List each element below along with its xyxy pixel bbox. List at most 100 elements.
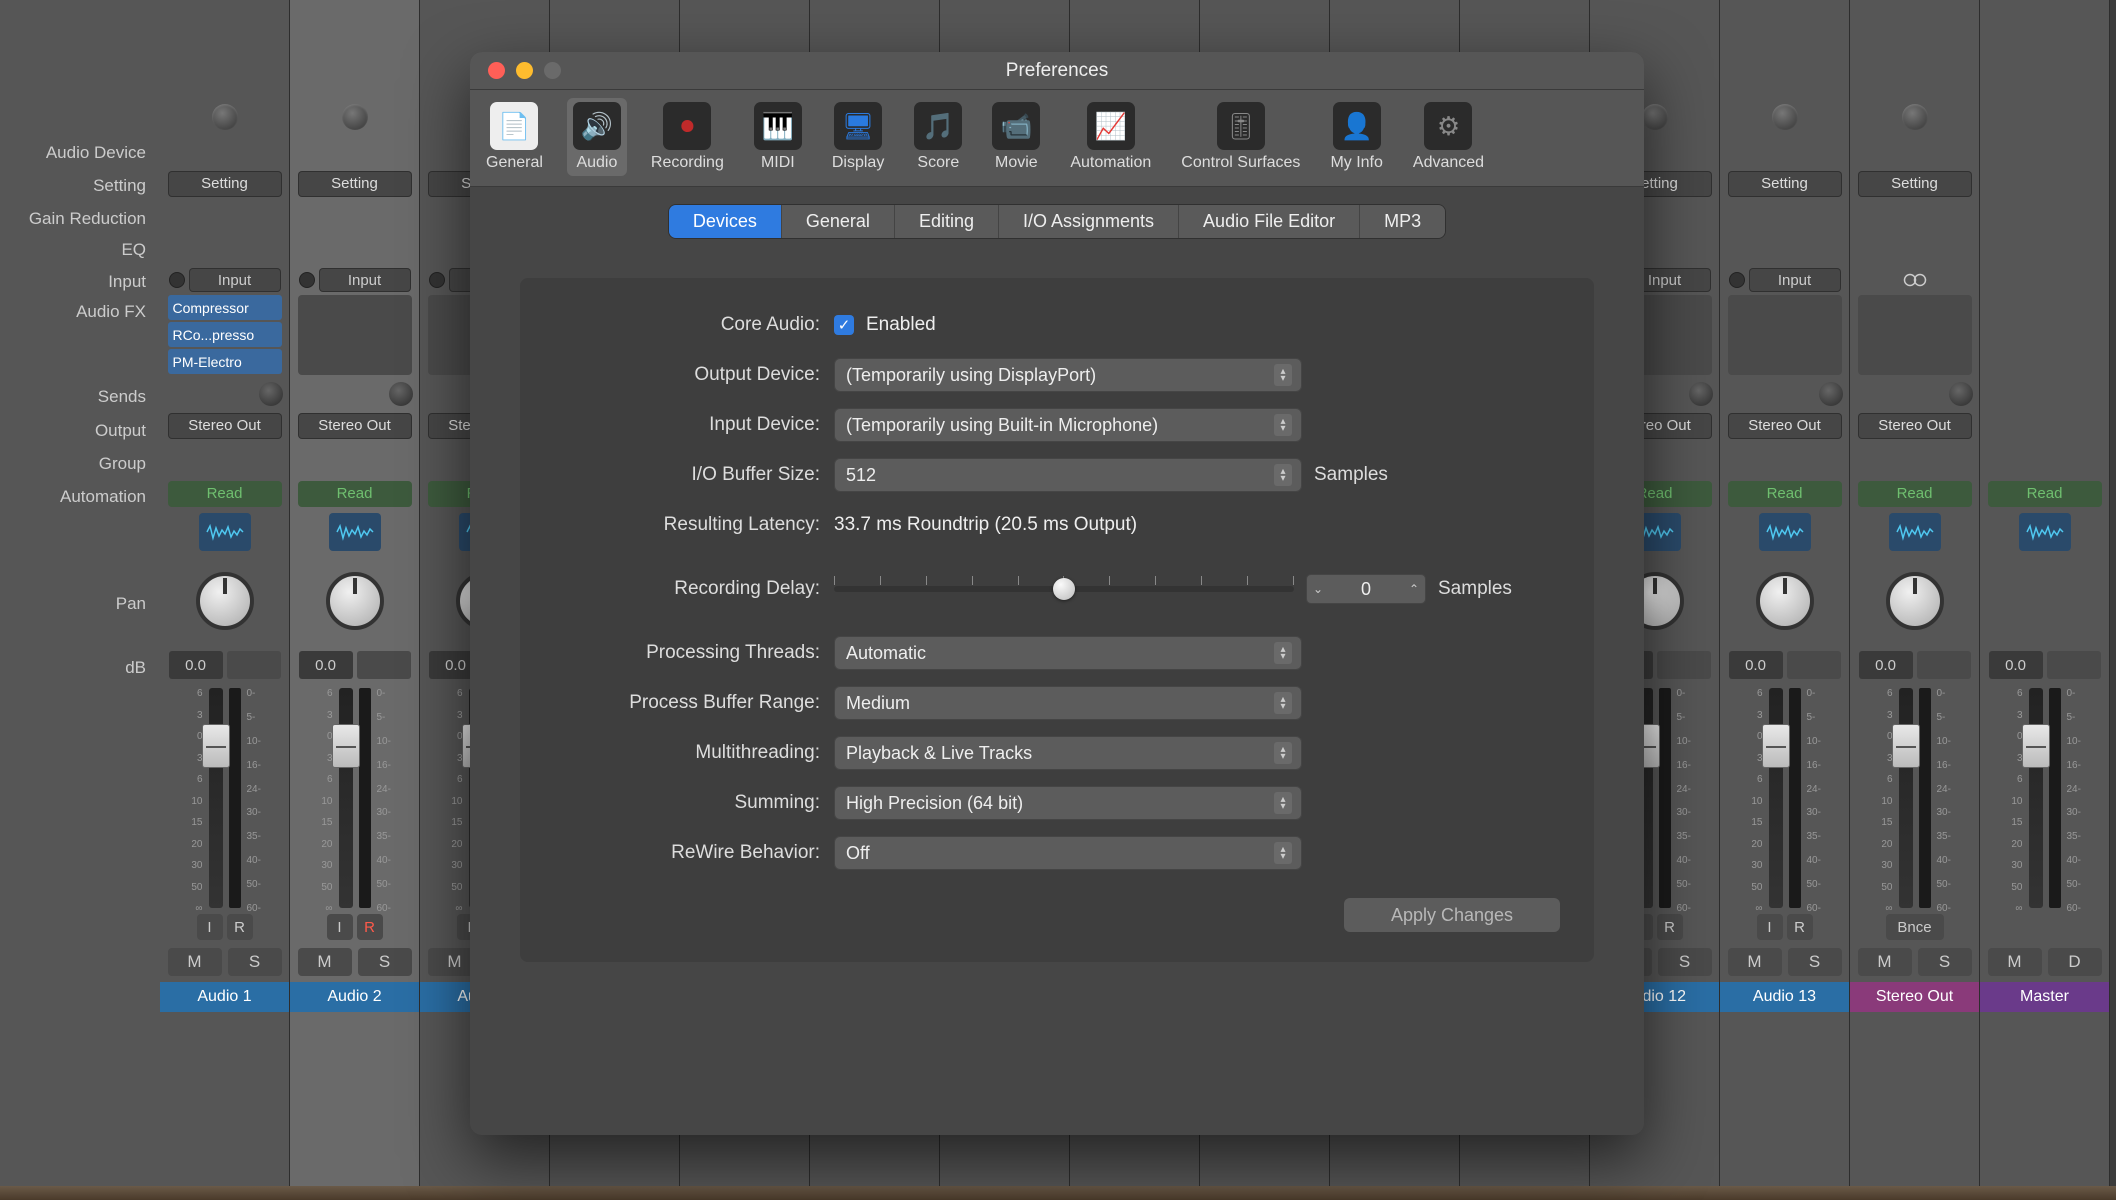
input-device-select[interactable]: (Temporarily using Built-in Microphone)▴… — [834, 408, 1302, 442]
solo-button[interactable]: S — [358, 948, 412, 976]
freeze-icon[interactable] — [199, 513, 251, 551]
solo-button[interactable]: S — [1788, 948, 1842, 976]
delay-spinner[interactable]: ⌄ 0 ⌃ — [1306, 574, 1426, 604]
automation-mode[interactable]: Read — [1858, 481, 1972, 507]
volume-db[interactable]: 0.0 — [299, 651, 353, 679]
fx-insert[interactable]: RCo...presso — [168, 322, 282, 347]
peak-db[interactable] — [1917, 651, 1971, 679]
volume-fader[interactable] — [1769, 688, 1783, 908]
input-indicator[interactable] — [1729, 272, 1745, 288]
subtab-general[interactable]: General — [782, 205, 895, 238]
fader-cap[interactable] — [332, 724, 360, 768]
input-indicator[interactable] — [299, 272, 315, 288]
volume-db[interactable]: 0.0 — [169, 651, 223, 679]
volume-db[interactable]: 0.0 — [1729, 651, 1783, 679]
threads-select[interactable]: Automatic▴▾ — [834, 636, 1302, 670]
input-monitor-button[interactable]: I — [1757, 914, 1783, 940]
freeze-icon[interactable] — [2019, 513, 2071, 551]
toolbar-automation[interactable]: 📈Automation — [1064, 98, 1157, 176]
automation-mode[interactable]: Read — [298, 481, 412, 507]
peak-db[interactable] — [357, 651, 411, 679]
solo-button[interactable]: S — [1658, 948, 1712, 976]
volume-fader[interactable] — [339, 688, 353, 908]
fader-cap[interactable] — [1892, 724, 1920, 768]
mt-select[interactable]: Playback & Live Tracks▴▾ — [834, 736, 1302, 770]
output-device-select[interactable]: (Temporarily using DisplayPort)▴▾ — [834, 358, 1302, 392]
gain-knob[interactable] — [1772, 104, 1798, 130]
channel-name[interactable]: Audio 1 — [160, 982, 289, 1012]
toolbar-advanced[interactable]: ⚙Advanced — [1407, 98, 1490, 176]
gain-knob[interactable] — [1642, 104, 1668, 130]
fx-slot-empty[interactable] — [298, 295, 412, 375]
fader-cap[interactable] — [202, 724, 230, 768]
pan-knob[interactable] — [1756, 572, 1814, 630]
setting-button[interactable]: Setting — [298, 171, 412, 197]
apply-changes-button[interactable]: Apply Changes — [1344, 898, 1560, 932]
record-enable-button[interactable]: R — [1787, 914, 1813, 940]
fx-insert[interactable]: Compressor — [168, 295, 282, 320]
mute-button[interactable]: M — [1988, 948, 2042, 976]
chevron-down-icon[interactable]: ⌄ — [1306, 582, 1330, 596]
gain-knob[interactable] — [342, 104, 368, 130]
subtab-editing[interactable]: Editing — [895, 205, 999, 238]
toolbar-recording[interactable]: ⏺Recording — [645, 98, 730, 176]
send-knob[interactable] — [1689, 382, 1713, 406]
fader-cap[interactable] — [2022, 724, 2050, 768]
record-enable-button[interactable]: R — [1657, 914, 1683, 940]
channel-name[interactable]: Audio 2 — [290, 982, 419, 1012]
peak-db[interactable] — [227, 651, 281, 679]
peak-db[interactable] — [1657, 651, 1711, 679]
toolbar-my-info[interactable]: 👤My Info — [1324, 98, 1388, 176]
setting-button[interactable]: Setting — [1728, 171, 1842, 197]
volume-db[interactable]: 0.0 — [1859, 651, 1913, 679]
automation-mode[interactable]: Read — [1988, 481, 2102, 507]
dim-button[interactable]: D — [2048, 948, 2102, 976]
core-audio-checkbox[interactable]: ✓ — [834, 315, 854, 335]
automation-mode[interactable]: Read — [1728, 481, 1842, 507]
subtab-audio-file-editor[interactable]: Audio File Editor — [1179, 205, 1360, 238]
subtab-mp3[interactable]: MP3 — [1360, 205, 1445, 238]
subtab-i-o-assignments[interactable]: I/O Assignments — [999, 205, 1179, 238]
output-select[interactable]: Stereo Out — [1858, 413, 1972, 439]
mute-button[interactable]: M — [1728, 948, 1782, 976]
delay-slider[interactable] — [834, 586, 1294, 592]
buffer-size-select[interactable]: 512▴▾ — [834, 458, 1302, 492]
mute-button[interactable]: M — [298, 948, 352, 976]
toolbar-audio[interactable]: 🔊Audio — [567, 98, 627, 176]
toolbar-general[interactable]: 📄General — [480, 98, 549, 176]
record-enable-button[interactable]: R — [227, 914, 253, 940]
toolbar-score[interactable]: 🎵Score — [908, 98, 968, 176]
send-knob[interactable] — [1819, 382, 1843, 406]
output-select[interactable]: Stereo Out — [168, 413, 282, 439]
send-knob[interactable] — [1949, 382, 1973, 406]
slider-thumb[interactable] — [1053, 578, 1075, 600]
input-select[interactable]: Input — [1749, 268, 1841, 292]
gain-knob[interactable] — [1902, 104, 1928, 130]
volume-fader[interactable] — [209, 688, 223, 908]
bounce-button[interactable]: Bnce — [1886, 914, 1944, 940]
pbr-select[interactable]: Medium▴▾ — [834, 686, 1302, 720]
freeze-icon[interactable] — [1889, 513, 1941, 551]
sum-select[interactable]: High Precision (64 bit)▴▾ — [834, 786, 1302, 820]
automation-mode[interactable]: Read — [168, 481, 282, 507]
peak-db[interactable] — [2047, 651, 2101, 679]
mute-button[interactable]: M — [168, 948, 222, 976]
toolbar-midi[interactable]: 🎹MIDI — [748, 98, 808, 176]
mute-button[interactable]: M — [1858, 948, 1912, 976]
gain-knob[interactable] — [212, 104, 238, 130]
input-select[interactable]: Input — [319, 268, 411, 292]
toolbar-display[interactable]: 🖥Display — [826, 98, 890, 176]
channel-name[interactable]: Audio 13 — [1720, 982, 1849, 1012]
freeze-icon[interactable] — [329, 513, 381, 551]
subtab-devices[interactable]: Devices — [669, 205, 782, 238]
balance-knob[interactable] — [1886, 572, 1944, 630]
peak-db[interactable] — [1787, 651, 1841, 679]
volume-fader[interactable] — [1899, 688, 1913, 908]
channel-name[interactable]: Stereo Out — [1850, 982, 1979, 1012]
input-monitor-button[interactable]: I — [197, 914, 223, 940]
solo-button[interactable]: S — [1918, 948, 1972, 976]
input-select[interactable]: Input — [189, 268, 281, 292]
toolbar-movie[interactable]: 📹Movie — [986, 98, 1046, 176]
volume-fader[interactable] — [2029, 688, 2043, 908]
pan-knob[interactable] — [326, 572, 384, 630]
